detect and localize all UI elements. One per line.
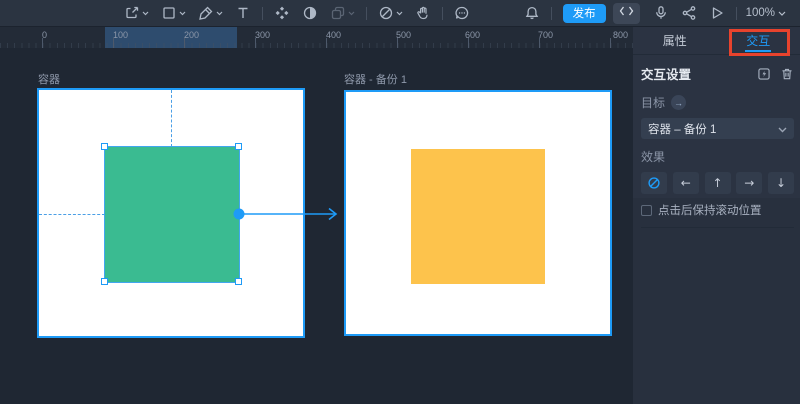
- share-button[interactable]: [675, 0, 703, 27]
- toolbar-divider: [551, 7, 552, 20]
- ruler-label: 700: [538, 30, 553, 40]
- top-toolbar: 发布 100%: [0, 0, 800, 27]
- ruler-label: 600: [465, 30, 480, 40]
- chevron-down-icon: [348, 11, 355, 16]
- bell-icon: [524, 5, 540, 21]
- chevron-down-icon: [142, 11, 149, 16]
- comment-icon: [454, 5, 470, 21]
- microphone-icon: [653, 5, 669, 21]
- group-icon: [330, 5, 346, 21]
- interaction-connector-arrow[interactable]: [232, 204, 344, 224]
- target-dropdown-value: 容器 – 备份 1: [648, 121, 778, 137]
- checkbox-icon[interactable]: [641, 205, 652, 216]
- code-icon: [619, 4, 634, 22]
- ruler-label: 500: [396, 30, 411, 40]
- group-tool-button[interactable]: [324, 0, 361, 27]
- shape-tool-button[interactable]: [155, 0, 192, 27]
- ruler-label: 100: [113, 30, 128, 40]
- pen-tool-button[interactable]: [192, 0, 229, 27]
- component-icon: [274, 5, 290, 21]
- target-row: 目标 →: [641, 94, 794, 111]
- keep-scroll-checkbox-row[interactable]: 点击后保持滚动位置: [641, 202, 794, 218]
- boolean-tool-button[interactable]: [372, 0, 409, 27]
- selection-handle-bottom-left[interactable]: [101, 278, 108, 285]
- pen-icon: [198, 5, 214, 21]
- artboard-container-copy[interactable]: [344, 90, 612, 336]
- rectangle-icon: [161, 5, 177, 21]
- hand-icon: [415, 5, 431, 21]
- chevron-down-icon: [396, 11, 403, 16]
- chevron-down-icon: [778, 7, 786, 19]
- ruler-label: 400: [326, 30, 341, 40]
- panel-tab-bar: 属性 交互: [633, 27, 800, 55]
- ruler-label: 200: [184, 30, 199, 40]
- share-icon: [681, 5, 697, 21]
- chevron-down-icon: [778, 120, 787, 138]
- app-window: 发布 100% 0 100 200 300 400 500 600 700 80…: [0, 0, 800, 404]
- publish-button[interactable]: 发布: [563, 4, 606, 23]
- interaction-settings-header: 交互设置: [641, 64, 794, 83]
- toolbar-divider: [262, 7, 263, 20]
- effect-slide-right-button[interactable]: →: [736, 172, 762, 194]
- toolbar-divider: [366, 7, 367, 20]
- design-canvas[interactable]: 容器 容器 - 备份 1: [0, 48, 633, 404]
- delete-interaction-icon[interactable]: [780, 67, 794, 81]
- toolbar-divider: [736, 7, 737, 20]
- prohibit-icon: [378, 5, 394, 21]
- interaction-settings-title: 交互设置: [641, 64, 757, 83]
- horizontal-ruler: 0 100 200 300 400 500 600 700 800: [0, 27, 633, 48]
- voice-button[interactable]: [647, 0, 675, 27]
- artboard-title[interactable]: 容器 - 备份 1: [344, 71, 407, 87]
- orange-square-shape[interactable]: [411, 149, 545, 284]
- export-tool-button[interactable]: [118, 0, 155, 27]
- panel-lower-background: [633, 198, 800, 404]
- effect-slide-down-button[interactable]: ↓: [768, 172, 794, 194]
- artboard-title[interactable]: 容器: [38, 71, 60, 87]
- panel-divider: [641, 227, 794, 228]
- selection-handle-top-left[interactable]: [101, 143, 108, 150]
- guide-line-horizontal: [39, 214, 105, 215]
- chevron-down-icon: [179, 11, 186, 16]
- panel-body: 交互设置 目标 → 容器 – 备份 1 效果 ← ↑ → ↓: [633, 64, 800, 228]
- zoom-control[interactable]: 100%: [742, 7, 786, 19]
- hand-tool-button[interactable]: [409, 0, 437, 27]
- component-tool-button[interactable]: [268, 0, 296, 27]
- mask-tool-button[interactable]: [296, 0, 324, 27]
- tab-properties[interactable]: 属性: [633, 27, 717, 54]
- selection-handle-top-right[interactable]: [235, 143, 242, 150]
- keep-scroll-checkbox-label: 点击后保持滚动位置: [658, 202, 762, 218]
- play-icon: [709, 5, 725, 21]
- text-icon: [235, 5, 251, 21]
- contrast-icon: [302, 5, 318, 21]
- effect-buttons-row: ← ↑ → ↓: [641, 172, 794, 194]
- comment-tool-button[interactable]: [448, 0, 476, 27]
- effect-label: 效果: [641, 148, 794, 165]
- toolbar-divider: [442, 7, 443, 20]
- ruler-label: 800: [613, 30, 628, 40]
- guide-line-vertical: [171, 90, 172, 147]
- quick-interaction-icon[interactable]: [757, 67, 771, 81]
- code-mode-button[interactable]: [613, 3, 640, 24]
- zoom-level: 100%: [746, 7, 775, 19]
- effect-slide-up-button[interactable]: ↑: [705, 172, 731, 194]
- inspector-panel: 属性 交互 交互设置 目标 → 容器 – 备份 1 效果 ←: [633, 27, 800, 404]
- target-dropdown[interactable]: 容器 – 备份 1: [641, 118, 794, 139]
- export-icon: [124, 5, 140, 21]
- ruler-label: 0: [42, 30, 47, 40]
- target-label: 目标: [641, 94, 665, 111]
- selection-handle-bottom-right[interactable]: [235, 278, 242, 285]
- target-arrow-icon: →: [671, 95, 686, 110]
- text-tool-button[interactable]: [229, 0, 257, 27]
- preview-button[interactable]: [703, 0, 731, 27]
- effect-none-button[interactable]: [641, 172, 667, 194]
- effect-slide-left-button[interactable]: ←: [673, 172, 699, 194]
- green-square-shape[interactable]: [105, 147, 239, 282]
- notifications-button[interactable]: [518, 0, 546, 27]
- tab-interaction[interactable]: 交互: [717, 27, 800, 54]
- ruler-label: 300: [255, 30, 270, 40]
- chevron-down-icon: [216, 11, 223, 16]
